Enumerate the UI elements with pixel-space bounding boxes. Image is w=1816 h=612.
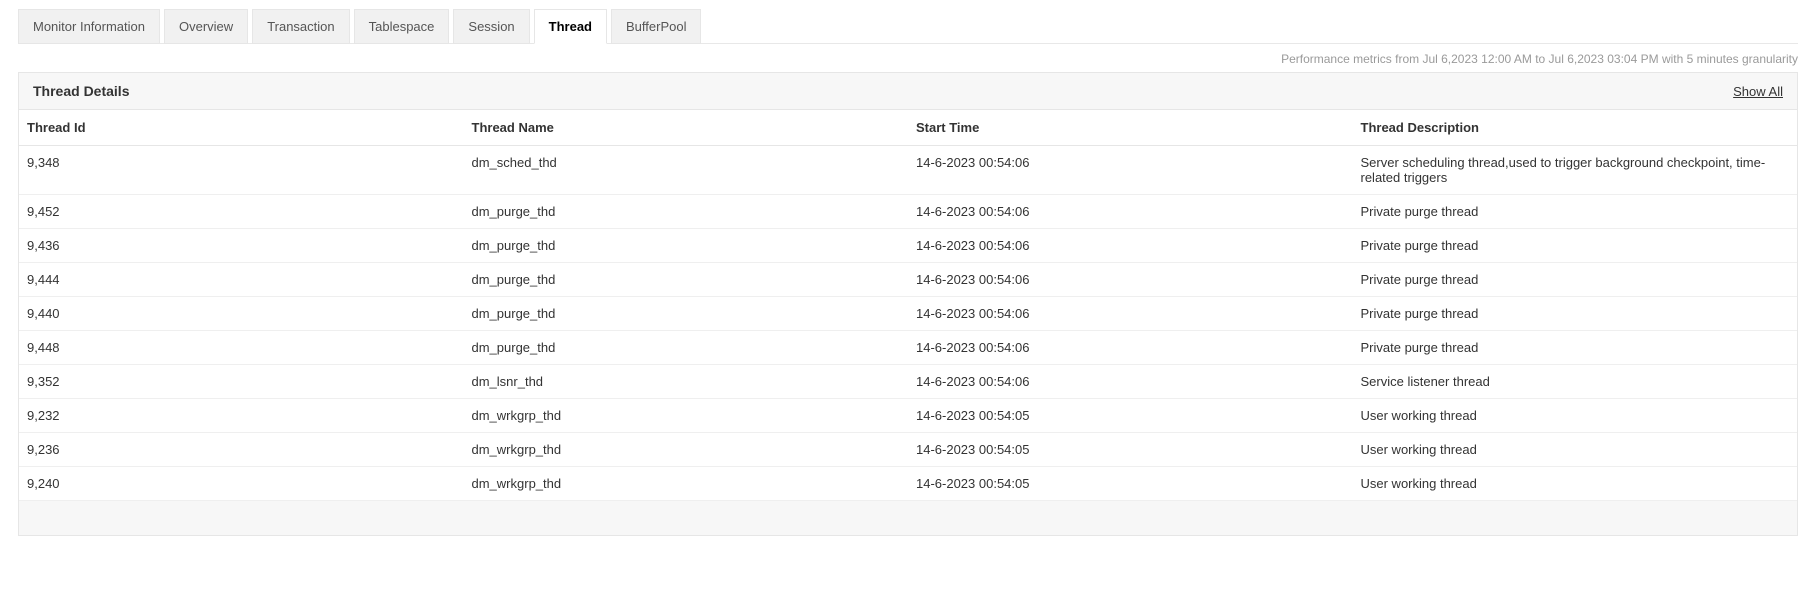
table-header-row: Thread Id Thread Name Start Time Thread … <box>19 110 1797 146</box>
panel-header: Thread Details Show All <box>19 73 1797 110</box>
panel-footer <box>19 501 1797 535</box>
thread-name-cell: dm_wrkgrp_thd <box>464 467 909 501</box>
col-header-thread-description[interactable]: Thread Description <box>1353 110 1798 146</box>
thread-description-cell: Private purge thread <box>1353 297 1798 331</box>
table-row[interactable]: 9,236dm_wrkgrp_thd14-6-2023 00:54:05User… <box>19 433 1797 467</box>
thread-details-panel: Thread Details Show All Thread Id Thread… <box>18 72 1798 536</box>
table-row[interactable]: 9,448dm_purge_thd14-6-2023 00:54:06Priva… <box>19 331 1797 365</box>
thread-id-cell: 9,440 <box>19 297 464 331</box>
thread-name-cell: dm_purge_thd <box>464 229 909 263</box>
col-header-thread-name[interactable]: Thread Name <box>464 110 909 146</box>
thread-description-cell: User working thread <box>1353 399 1798 433</box>
start-time-cell: 14-6-2023 00:54:06 <box>908 195 1353 229</box>
show-all-link[interactable]: Show All <box>1733 84 1783 99</box>
thread-id-cell: 9,444 <box>19 263 464 297</box>
thread-description-cell: Service listener thread <box>1353 365 1798 399</box>
table-row[interactable]: 9,452dm_purge_thd14-6-2023 00:54:06Priva… <box>19 195 1797 229</box>
thread-description-cell: Private purge thread <box>1353 263 1798 297</box>
start-time-cell: 14-6-2023 00:54:06 <box>908 365 1353 399</box>
table-row[interactable]: 9,232dm_wrkgrp_thd14-6-2023 00:54:05User… <box>19 399 1797 433</box>
thread-description-cell: Private purge thread <box>1353 229 1798 263</box>
metrics-info-text: Performance metrics from Jul 6,2023 12:0… <box>18 52 1798 66</box>
start-time-cell: 14-6-2023 00:54:06 <box>908 297 1353 331</box>
thread-description-cell: Private purge thread <box>1353 331 1798 365</box>
panel-title: Thread Details <box>33 83 129 99</box>
table-row[interactable]: 9,240dm_wrkgrp_thd14-6-2023 00:54:05User… <box>19 467 1797 501</box>
thread-id-cell: 9,352 <box>19 365 464 399</box>
col-header-thread-id[interactable]: Thread Id <box>19 110 464 146</box>
thread-id-cell: 9,236 <box>19 433 464 467</box>
table-row[interactable]: 9,436dm_purge_thd14-6-2023 00:54:06Priva… <box>19 229 1797 263</box>
start-time-cell: 14-6-2023 00:54:05 <box>908 433 1353 467</box>
thread-description-cell: Server scheduling thread,used to trigger… <box>1353 146 1798 195</box>
thread-name-cell: dm_purge_thd <box>464 195 909 229</box>
thread-id-cell: 9,448 <box>19 331 464 365</box>
table-row[interactable]: 9,348dm_sched_thd14-6-2023 00:54:06Serve… <box>19 146 1797 195</box>
start-time-cell: 14-6-2023 00:54:05 <box>908 399 1353 433</box>
thread-name-cell: dm_wrkgrp_thd <box>464 399 909 433</box>
thread-id-cell: 9,348 <box>19 146 464 195</box>
thread-name-cell: dm_purge_thd <box>464 297 909 331</box>
thread-description-cell: Private purge thread <box>1353 195 1798 229</box>
thread-id-cell: 9,232 <box>19 399 464 433</box>
thread-name-cell: dm_purge_thd <box>464 263 909 297</box>
start-time-cell: 14-6-2023 00:54:06 <box>908 146 1353 195</box>
tab-overview[interactable]: Overview <box>164 9 248 44</box>
col-header-start-time[interactable]: Start Time <box>908 110 1353 146</box>
tab-thread[interactable]: Thread <box>534 9 607 44</box>
thread-id-cell: 9,452 <box>19 195 464 229</box>
tab-tablespace[interactable]: Tablespace <box>354 9 450 44</box>
thread-id-cell: 9,436 <box>19 229 464 263</box>
table-row[interactable]: 9,444dm_purge_thd14-6-2023 00:54:06Priva… <box>19 263 1797 297</box>
tab-monitor-information[interactable]: Monitor Information <box>18 9 160 44</box>
thread-name-cell: dm_sched_thd <box>464 146 909 195</box>
tab-transaction[interactable]: Transaction <box>252 9 349 44</box>
start-time-cell: 14-6-2023 00:54:06 <box>908 229 1353 263</box>
thread-id-cell: 9,240 <box>19 467 464 501</box>
start-time-cell: 14-6-2023 00:54:06 <box>908 263 1353 297</box>
start-time-cell: 14-6-2023 00:54:05 <box>908 467 1353 501</box>
thread-table: Thread Id Thread Name Start Time Thread … <box>19 110 1797 501</box>
thread-description-cell: User working thread <box>1353 467 1798 501</box>
tab-bar: Monitor InformationOverviewTransactionTa… <box>18 8 1798 44</box>
table-row[interactable]: 9,352dm_lsnr_thd14-6-2023 00:54:06Servic… <box>19 365 1797 399</box>
tab-session[interactable]: Session <box>453 9 529 44</box>
tab-bufferpool[interactable]: BufferPool <box>611 9 701 44</box>
thread-name-cell: dm_lsnr_thd <box>464 365 909 399</box>
thread-name-cell: dm_wrkgrp_thd <box>464 433 909 467</box>
start-time-cell: 14-6-2023 00:54:06 <box>908 331 1353 365</box>
table-row[interactable]: 9,440dm_purge_thd14-6-2023 00:54:06Priva… <box>19 297 1797 331</box>
thread-description-cell: User working thread <box>1353 433 1798 467</box>
thread-name-cell: dm_purge_thd <box>464 331 909 365</box>
